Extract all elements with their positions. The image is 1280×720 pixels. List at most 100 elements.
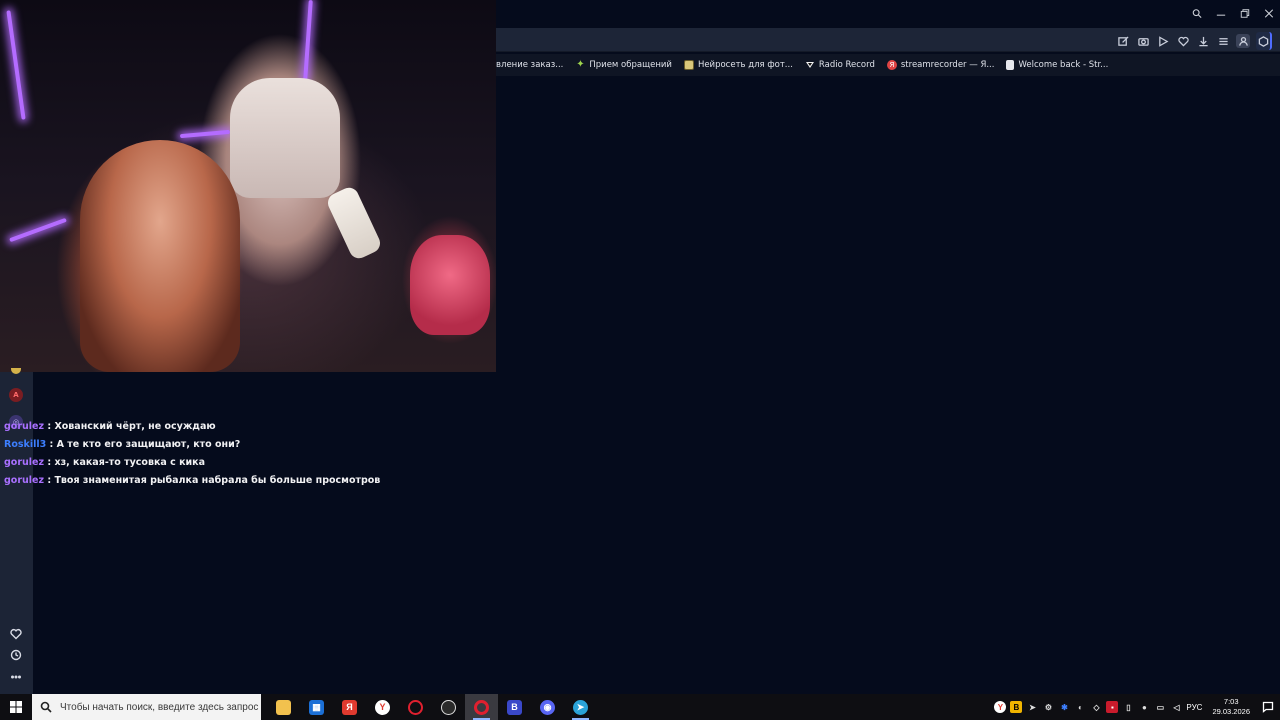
telegram-icon: ➤ [573, 699, 588, 715]
camera-icon[interactable] [1136, 34, 1150, 48]
channel-avatar[interactable]: A [9, 388, 23, 402]
bookmark-label: Radio Record [818, 60, 875, 70]
chat-log: gorulez : Хованский чёрт, не осуждаю Ros… [4, 418, 380, 490]
obs-icon [441, 699, 456, 715]
play-icon[interactable] [1156, 34, 1170, 48]
download-icon[interactable] [1196, 34, 1210, 48]
taskbar-search[interactable]: Чтобы начать поиск, введите здесь запрос [32, 694, 261, 720]
chat-username[interactable]: Roskill3 [4, 439, 46, 450]
neon-light [9, 217, 67, 243]
history-icon[interactable] [9, 648, 23, 662]
heart-icon[interactable] [9, 627, 23, 641]
bluetooth-icon[interactable]: ✱ [1058, 701, 1070, 713]
bookmark-label: Нейросеть для фот... [697, 60, 793, 70]
chat-username[interactable]: gorulez [4, 475, 44, 486]
chat-separator: : [44, 457, 55, 468]
channel-avatar[interactable] [11, 368, 21, 374]
volume-icon[interactable]: ◁ [1170, 701, 1182, 713]
opera-icon [408, 699, 423, 715]
chat-text: хз, какая-то тусовка с кика [54, 457, 206, 468]
more-icon[interactable] [9, 670, 23, 684]
document-icon [1006, 60, 1015, 70]
bold-tray-icon[interactable]: B [1010, 701, 1023, 713]
clock-date: 29.03.2026 [1212, 707, 1250, 716]
bookmark-item[interactable]: Нейросеть для фот... [683, 60, 793, 70]
clock-time: 7:03 [1223, 697, 1239, 706]
telegram-tray-icon[interactable]: ➤ [1026, 701, 1038, 713]
profile-icon[interactable] [1236, 34, 1250, 48]
store-app[interactable]: ▦ [300, 694, 333, 720]
chat-username[interactable]: gorulez [4, 421, 44, 432]
close-icon[interactable] [1264, 8, 1274, 18]
taskbar: Чтобы начать поиск, введите здесь запрос… [0, 694, 1280, 720]
opera-gx-app[interactable] [465, 694, 498, 720]
telegram-app[interactable]: ➤ [564, 694, 597, 720]
streamer [80, 140, 240, 372]
steam-icon[interactable]: ◐ [1074, 701, 1086, 713]
chat-separator: : [44, 475, 55, 486]
clock[interactable]: 7:03 29.03.2026 [1212, 697, 1250, 717]
stream-video[interactable] [0, 0, 496, 372]
yandex-browser-app[interactable]: Y [366, 694, 399, 720]
chat-separator: : [44, 421, 55, 432]
toolbar-icons [1116, 32, 1272, 50]
notification-icon[interactable] [1262, 701, 1274, 713]
bookmark-label: вление заказ... [496, 60, 564, 70]
bookmark-label: Прием обращений [589, 60, 672, 70]
bookmark-item[interactable]: Welcome back - Str... [1006, 60, 1108, 70]
extension-icon[interactable] [1256, 32, 1272, 50]
chat-text: Хованский чёрт, не осуждаю [54, 421, 216, 432]
plush-toy [410, 235, 490, 335]
chat-message: gorulez : Твоя знаменитая рыбалка набрал… [4, 472, 380, 490]
heart-icon[interactable] [1176, 34, 1190, 48]
image-icon [683, 60, 694, 70]
discord-icon: ◉ [540, 699, 555, 715]
settings-tray-icon[interactable]: ⚙ [1042, 701, 1054, 713]
microphone-icon[interactable]: ● [1138, 701, 1150, 713]
network-icon[interactable]: ▭ [1154, 701, 1166, 713]
chat-message: Roskill3 : А те кто его защищают, кто он… [4, 436, 380, 454]
vk-app[interactable]: B [498, 694, 531, 720]
windows-icon [10, 701, 22, 713]
radio-icon [805, 60, 815, 70]
minimize-icon[interactable] [1216, 8, 1226, 18]
microphone [324, 184, 384, 262]
store-icon: ▦ [309, 699, 324, 715]
start-button[interactable] [0, 694, 32, 720]
discord-app[interactable]: ◉ [531, 694, 564, 720]
bookmark-label: streamrecorder — Я... [900, 60, 995, 70]
opera-app[interactable] [399, 694, 432, 720]
menu-icon[interactable] [1216, 34, 1230, 48]
chat-text: Твоя знаменитая рыбалка набрала бы больш… [54, 475, 381, 486]
restore-icon[interactable] [1240, 8, 1250, 18]
gaming-chair [230, 78, 340, 198]
chat-message: gorulez : хз, какая-то тусовка с кика [4, 454, 380, 472]
language-indicator[interactable]: РУС [1186, 703, 1202, 712]
bookmarks-bar: вление заказ... ✦ Прием обращений Нейрос… [496, 54, 1280, 76]
yandex-icon: Я [342, 699, 357, 715]
obs-app[interactable] [432, 694, 465, 720]
folder-icon [276, 699, 291, 715]
bookmark-label: Welcome back - Str... [1018, 60, 1109, 70]
bookmark-item[interactable]: ✦ Прием обращений [575, 60, 672, 71]
window-controls [1192, 4, 1274, 22]
taskbar-apps: ▦ Я Y B ◉ ➤ [267, 694, 597, 720]
bookmark-item[interactable]: Radio Record [805, 60, 875, 70]
yandex-tray-icon[interactable]: Y [994, 701, 1007, 713]
chat-username[interactable]: gorulez [4, 457, 44, 468]
yandex-app[interactable]: Я [333, 694, 366, 720]
bookmark-item[interactable]: вление заказ... [496, 60, 563, 70]
bookmark-item[interactable]: Я streamrecorder — Я... [886, 60, 995, 70]
chat-text: А те кто его защищают, кто они? [56, 439, 241, 450]
system-tray: Y B ➤ ⚙ ✱ ◐ ◇ ▪ ▯ ● ▭ ◁ РУС 7:03 29.03.2… [994, 694, 1280, 720]
usb-icon[interactable]: ▯ [1122, 701, 1134, 713]
desktop-screen: вление заказ... ✦ Прием обращений Нейрос… [0, 0, 1280, 720]
neon-light [303, 0, 313, 81]
search-icon[interactable] [1192, 8, 1202, 18]
file-explorer-app[interactable] [267, 694, 300, 720]
edit-icon[interactable] [1116, 34, 1130, 48]
tray-app-icon[interactable]: ◇ [1090, 701, 1102, 713]
chat-message: gorulez : Хованский чёрт, не осуждаю [4, 418, 380, 436]
tray-red-app-icon[interactable]: ▪ [1106, 701, 1119, 713]
browser-toolbar [496, 28, 1280, 52]
